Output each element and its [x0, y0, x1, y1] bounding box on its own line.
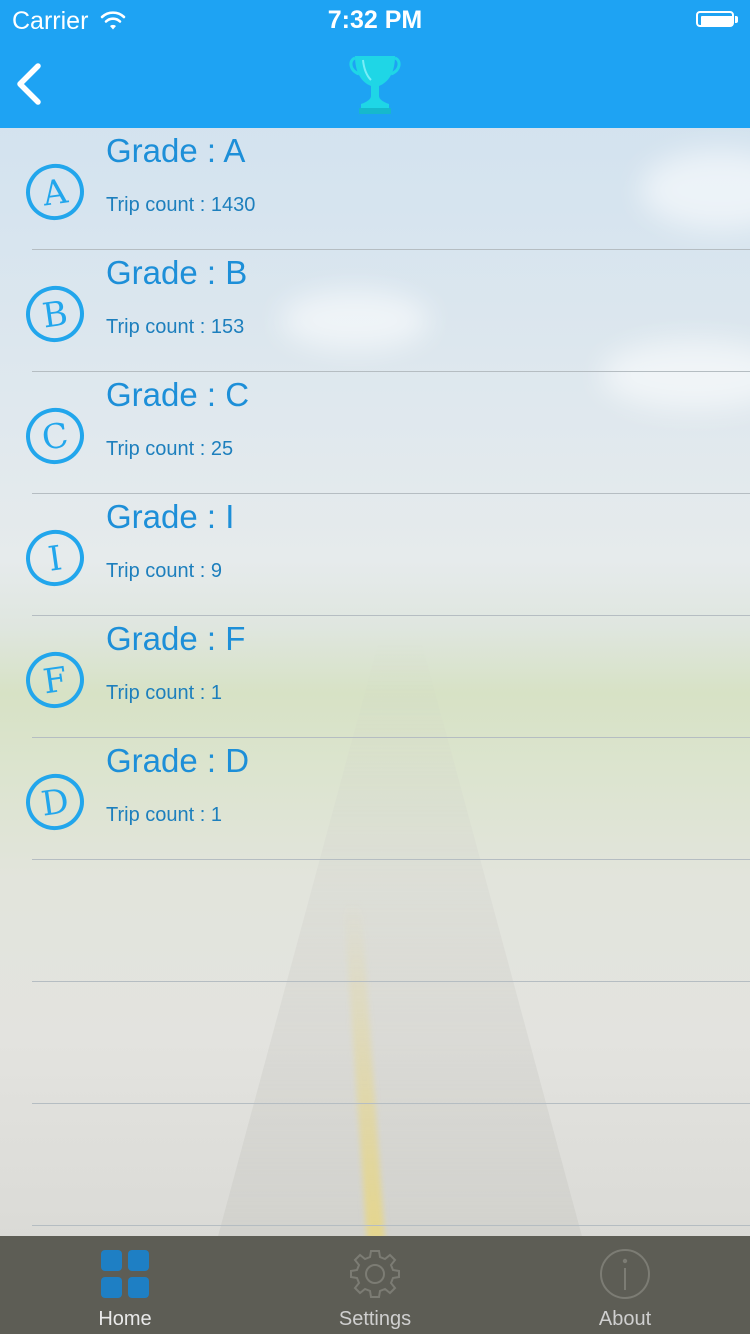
tab-about-label: About — [598, 1308, 652, 1330]
tab-home-label: Home — [98, 1308, 152, 1330]
grid-icon — [101, 1250, 149, 1298]
trip-count: Trip count : 1 — [106, 682, 222, 704]
grade-row[interactable]: C Grade : C Trip count : 25 — [0, 372, 750, 494]
grade-row — [0, 1104, 750, 1226]
grade-title: Grade : C — [106, 376, 250, 413]
row-divider — [32, 1225, 750, 1226]
grade-badge-letter: A — [39, 171, 70, 214]
battery-icon — [696, 11, 738, 29]
grade-badge-letter: I — [46, 538, 65, 579]
trophy-icon — [349, 56, 401, 114]
grade-title: Grade : D — [106, 742, 250, 779]
status-bar: Carrier 7:32 PM — [0, 0, 750, 40]
grade-row[interactable]: A Grade : A Trip count : 1430 — [0, 128, 750, 250]
grade-row[interactable]: F Grade : F Trip count : 1 — [0, 616, 750, 738]
grade-f-badge-icon: F — [26, 651, 84, 709]
trip-count: Trip count : 153 — [106, 316, 245, 338]
grade-badge-letter: B — [40, 293, 70, 336]
grade-row — [0, 982, 750, 1104]
tab-settings-label: Settings — [338, 1308, 412, 1330]
grade-d-badge-icon: D — [26, 773, 84, 831]
grade-row[interactable]: B Grade : B Trip count : 153 — [0, 250, 750, 372]
grade-i-badge-icon: I — [26, 529, 84, 587]
status-time: 7:32 PM — [327, 6, 423, 34]
grade-badge-letter: C — [39, 415, 70, 458]
back-button[interactable] — [10, 58, 54, 110]
tab-bar: Home Settings About — [0, 1236, 750, 1334]
trip-count: Trip count : 1 — [106, 804, 222, 826]
trip-count: Trip count : 9 — [106, 560, 222, 582]
trip-count: Trip count : 1430 — [106, 194, 256, 216]
tab-about[interactable]: About — [500, 1236, 750, 1334]
screen: Carrier 7:32 PM A Grade : A Trip count : 1… — [0, 0, 750, 1334]
grade-title: Grade : A — [106, 132, 246, 169]
grade-row[interactable]: I Grade : I Trip count : 9 — [0, 494, 750, 616]
trip-count: Trip count : 25 — [106, 438, 234, 460]
grade-badge-letter: F — [41, 660, 70, 703]
grade-row[interactable]: D Grade : D Trip count : 1 — [0, 738, 750, 860]
grade-a-badge-icon: A — [26, 163, 84, 221]
grade-title: Grade : B — [106, 254, 248, 291]
tab-settings[interactable]: Settings — [250, 1236, 500, 1334]
tab-home[interactable]: Home — [0, 1236, 250, 1334]
grade-c-badge-icon: C — [26, 407, 84, 465]
gear-icon — [350, 1250, 400, 1298]
grade-list: A Grade : A Trip count : 1430 B Grade : B Tri… — [0, 128, 750, 1236]
grade-badge-letter: D — [39, 781, 72, 824]
grade-title: Grade : I — [106, 498, 235, 535]
grade-row — [0, 860, 750, 982]
navigation-bar: Carrier 7:32 PM — [0, 0, 750, 128]
grade-b-badge-icon: B — [26, 285, 84, 343]
info-icon — [600, 1249, 650, 1299]
grade-title: Grade : F — [106, 620, 246, 657]
